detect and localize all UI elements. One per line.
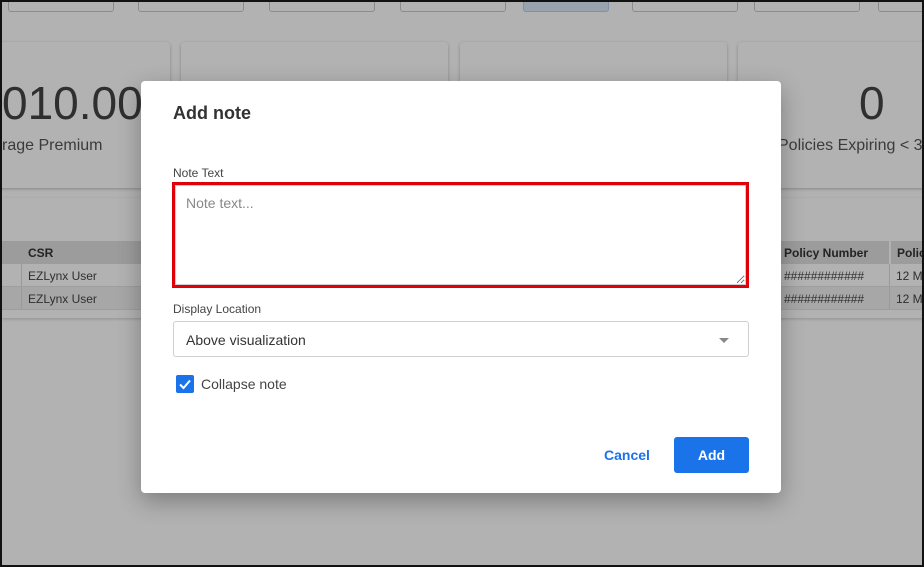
dropdown-caret-icon bbox=[719, 338, 729, 343]
add-note-dialog: Add note Note Text Display Location Abov… bbox=[141, 81, 781, 493]
note-text-input[interactable] bbox=[175, 185, 746, 285]
display-location-label: Display Location bbox=[173, 302, 262, 316]
collapse-note-checkbox[interactable] bbox=[176, 375, 194, 393]
note-text-label: Note Text bbox=[173, 166, 224, 180]
app-window: 010.00 rage Premium 0 Policies Expiring … bbox=[0, 0, 924, 567]
display-location-value: Above visualization bbox=[186, 332, 306, 348]
dialog-title: Add note bbox=[173, 103, 251, 123]
cancel-button[interactable]: Cancel bbox=[597, 437, 657, 473]
note-text-highlight bbox=[172, 182, 749, 288]
collapse-note-label[interactable]: Collapse note bbox=[201, 376, 287, 392]
display-location-select[interactable]: Above visualization bbox=[173, 321, 749, 357]
checkmark-icon bbox=[179, 379, 191, 390]
add-button[interactable]: Add bbox=[674, 437, 749, 473]
